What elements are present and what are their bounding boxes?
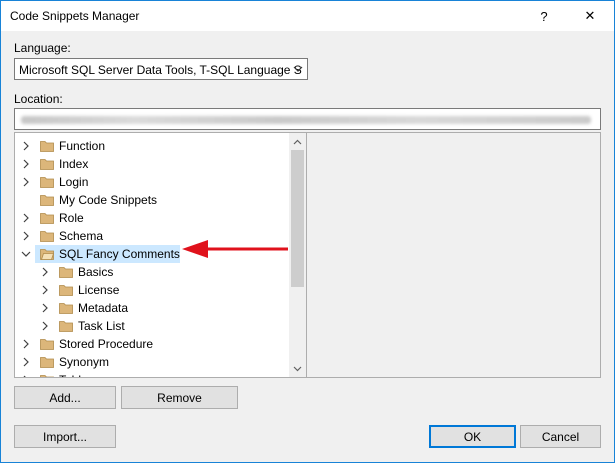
import-button[interactable]: Import...: [14, 425, 116, 448]
ok-button[interactable]: OK: [429, 425, 516, 448]
cancel-button[interactable]: Cancel: [520, 425, 601, 448]
code-snippets-manager-dialog: Code Snippets Manager ? ✕ Language: Micr…: [0, 0, 615, 463]
remove-button[interactable]: Remove: [121, 386, 238, 409]
add-button[interactable]: Add...: [14, 386, 116, 409]
